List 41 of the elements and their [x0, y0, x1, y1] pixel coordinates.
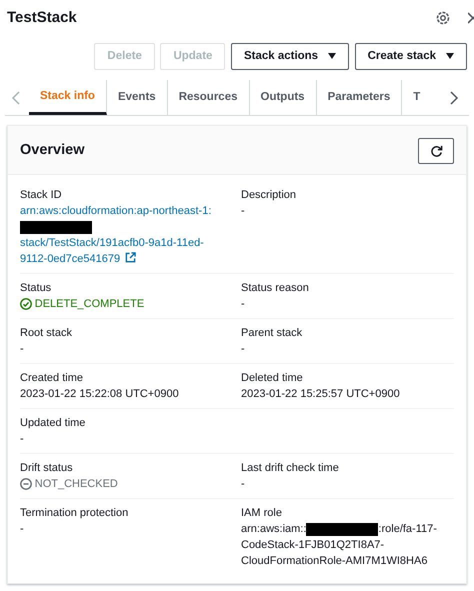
status-text: DELETE_COMPLETE: [20, 296, 220, 312]
field-label: Status reason: [241, 281, 310, 296]
dropdown-button[interactable]: Create stack: [354, 43, 467, 70]
field-label: Updated time: [20, 416, 86, 432]
field-value: -: [241, 342, 246, 358]
field-value: -: [241, 477, 246, 492]
field-value: -: [20, 522, 25, 538]
refresh-icon: [430, 144, 442, 158]
field-link[interactable]: arn:aws:cloudformation:ap-northeast-1: stack/TestStack/191acfb0-9a1d-11ed-9112-0ed7ce541679: [20, 203, 220, 268]
dropdown-button[interactable]: Stack actions: [230, 43, 350, 70]
status-text: NOT_CHECKED: [20, 476, 220, 492]
field-label: Created time: [20, 371, 84, 386]
tab[interactable]: T: [402, 80, 422, 116]
field-value: 2023-01-22 15:25:57 UTC+0900: [241, 387, 401, 402]
field-label: Deleted time: [241, 371, 304, 386]
field-value: -: [241, 297, 246, 312]
field-label: IAM role: [241, 506, 283, 522]
field-value: -: [20, 342, 25, 358]
field-label: Root stack: [20, 326, 73, 342]
tab[interactable]: Resources: [168, 80, 250, 116]
settings-icon[interactable]: [436, 11, 450, 25]
field-label: Parent stack: [241, 326, 304, 342]
tab[interactable]: Parameters: [316, 80, 402, 116]
tab[interactable]: Outputs: [250, 80, 317, 116]
field-label: Description: [241, 188, 298, 204]
tab[interactable]: Events: [106, 80, 168, 116]
field-label: Stack ID: [20, 188, 63, 204]
field-label: Last drift check time: [241, 461, 340, 476]
external-link-icon: [125, 252, 136, 264]
refresh-button[interactable]: [418, 138, 454, 164]
check-circle-icon: [20, 298, 32, 310]
field-value: -: [241, 204, 246, 220]
panel-title: Overview: [20, 141, 86, 160]
field-label: Status: [20, 281, 52, 296]
field-value: 2023-01-22 15:22:08 UTC+0900: [20, 387, 180, 402]
field-value: -: [20, 432, 25, 448]
minus-circle-icon: [20, 478, 32, 490]
field-label: Drift status: [20, 461, 74, 476]
page-title: TestStack: [7, 8, 78, 28]
field-label: Termination protection: [20, 506, 130, 522]
field-value: arn:aws:iam:: :role/fa-117-CodeStack-1FJB01Q2TI8A7-CloudFormationRole-AMI7M1WI8HA6: [241, 522, 438, 570]
